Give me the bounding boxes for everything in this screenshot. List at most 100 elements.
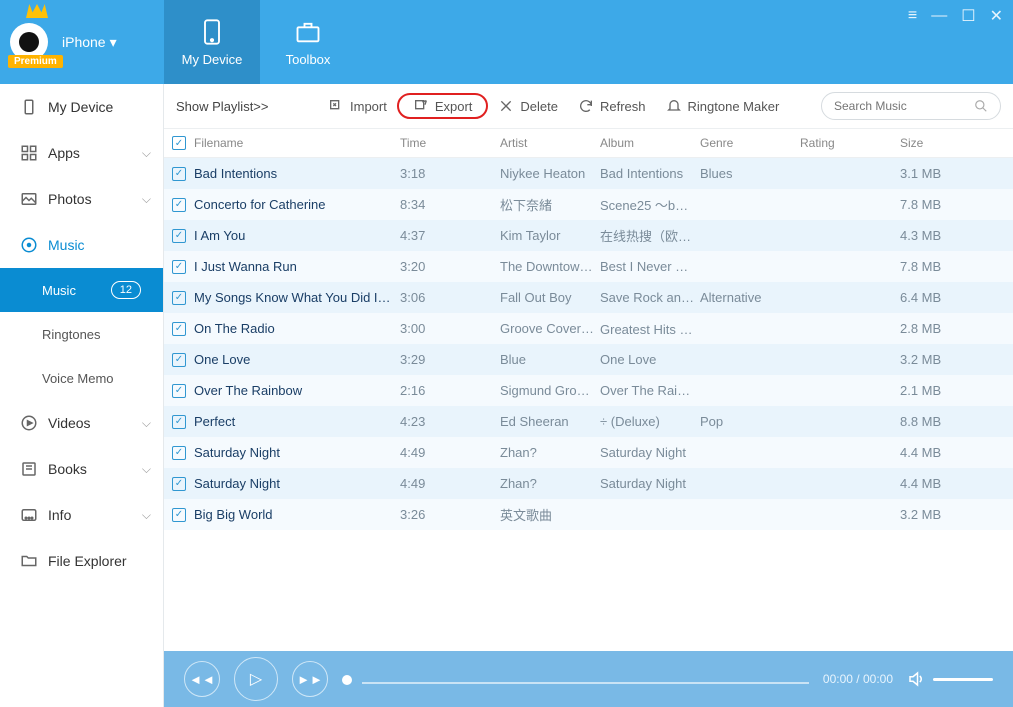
cell-artist: The Downtown Fiction [500, 259, 600, 274]
cell-filename: Perfect [194, 414, 400, 429]
show-playlist-link[interactable]: Show Playlist>> [176, 99, 318, 114]
cell-album: Saturday Night [600, 445, 700, 460]
cell-time: 3:29 [400, 352, 500, 367]
cell-filename: Saturday Night [194, 476, 400, 491]
cell-time: 2:16 [400, 383, 500, 398]
col-album[interactable]: Album [600, 136, 700, 150]
minimize-button[interactable]: — [931, 7, 947, 25]
tab-my-device[interactable]: My Device [164, 0, 260, 84]
sidebar-item-apps[interactable]: Apps ⌵ [0, 130, 163, 176]
col-size[interactable]: Size [900, 136, 980, 150]
cell-artist: Ed Sheeran [500, 414, 600, 429]
progress-knob[interactable] [342, 675, 352, 685]
sidebar-item-music[interactable]: Music [0, 222, 163, 268]
cell-album: Greatest Hits (精选 [600, 319, 700, 338]
apps-icon [20, 144, 38, 162]
bell-icon [666, 98, 682, 114]
row-checkbox[interactable]: ✓ [164, 260, 194, 274]
col-genre[interactable]: Genre [700, 136, 800, 150]
table-row[interactable]: ✓Over The Rainbow2:16Sigmund GrovenOver … [164, 375, 1013, 406]
sidebar-sub-music[interactable]: Music 12 [0, 268, 163, 312]
sidebar-sub-ringtones[interactable]: Ringtones [0, 312, 163, 356]
table-row[interactable]: ✓On The Radio3:00Groove CoverageGreatest… [164, 313, 1013, 344]
crown-icon [26, 4, 48, 18]
col-time[interactable]: Time [400, 136, 500, 150]
cell-size: 7.8 MB [900, 197, 980, 212]
sidebar-item-info[interactable]: Info ⌵ [0, 492, 163, 538]
row-checkbox[interactable]: ✓ [164, 446, 194, 460]
cell-filename: One Love [194, 352, 400, 367]
table-row[interactable]: ✓I Am You4:37Kim Taylor在线热搜（欧美）4.3 MB [164, 220, 1013, 251]
cell-size: 3.1 MB [900, 166, 980, 181]
premium-badge: Premium [8, 55, 63, 68]
progress-track[interactable] [342, 674, 809, 684]
row-checkbox[interactable]: ✓ [164, 167, 194, 181]
row-checkbox[interactable]: ✓ [164, 229, 194, 243]
sidebar-item-my-device[interactable]: My Device [0, 84, 163, 130]
cell-time: 4:49 [400, 445, 500, 460]
prev-button[interactable]: ◄◄ [184, 661, 220, 697]
cell-album: Over The Rainbow [600, 383, 700, 398]
sidebar: My Device Apps ⌵ Photos ⌵ Music Music 12… [0, 84, 164, 707]
table-row[interactable]: ✓Bad Intentions3:18Niykee HeatonBad Inte… [164, 158, 1013, 189]
delete-button[interactable]: Delete [488, 94, 568, 118]
volume-control[interactable] [907, 670, 993, 688]
export-button[interactable]: Export [397, 93, 489, 119]
table-row[interactable]: ✓My Songs Know What You Did In th...3:06… [164, 282, 1013, 313]
sidebar-sub-voice-memo[interactable]: Voice Memo [0, 356, 163, 400]
search-input[interactable] [834, 99, 964, 113]
toolbox-icon [294, 18, 322, 46]
chevron-down-icon: ⌵ [142, 508, 151, 523]
close-button[interactable]: ✕ [990, 6, 1003, 26]
table-row[interactable]: ✓Saturday Night4:49Zhan?Saturday Night4.… [164, 468, 1013, 499]
refresh-button[interactable]: Refresh [568, 94, 656, 118]
sidebar-label: Music [48, 237, 85, 253]
cell-filename: Saturday Night [194, 445, 400, 460]
row-checkbox[interactable]: ✓ [164, 291, 194, 305]
row-checkbox[interactable]: ✓ [164, 477, 194, 491]
table-row[interactable]: ✓Concerto for Catherine8:34松下奈緒Scene25 ～… [164, 189, 1013, 220]
sidebar-item-videos[interactable]: Videos ⌵ [0, 400, 163, 446]
tab-toolbox[interactable]: Toolbox [260, 0, 356, 84]
select-all-checkbox[interactable]: ✓ [164, 136, 194, 150]
cell-time: 8:34 [400, 197, 500, 212]
sidebar-item-books[interactable]: Books ⌵ [0, 446, 163, 492]
search-box[interactable] [821, 92, 1001, 120]
row-checkbox[interactable]: ✓ [164, 415, 194, 429]
volume-bar[interactable] [933, 678, 993, 681]
table-row[interactable]: ✓Big Big World3:26英文歌曲3.2 MB [164, 499, 1013, 530]
col-filename[interactable]: Filename [194, 136, 400, 150]
next-button[interactable]: ►► [292, 661, 328, 697]
row-checkbox[interactable]: ✓ [164, 353, 194, 367]
row-checkbox[interactable]: ✓ [164, 508, 194, 522]
row-checkbox[interactable]: ✓ [164, 198, 194, 212]
device-selector[interactable]: iPhone ▾ [62, 34, 117, 51]
cell-artist: 松下奈緒 [500, 195, 600, 214]
sidebar-item-file-explorer[interactable]: File Explorer [0, 538, 163, 584]
cell-genre: Alternative [700, 290, 800, 305]
play-button[interactable]: ▷ [234, 657, 278, 701]
sidebar-sub-label: Ringtones [42, 327, 101, 342]
export-label: Export [435, 99, 473, 114]
table-row[interactable]: ✓Perfect4:23Ed Sheeran÷ (Deluxe)Pop8.8 M… [164, 406, 1013, 437]
tab-label: Toolbox [286, 52, 331, 67]
table-row[interactable]: ✓I Just Wanna Run3:20The Downtown Fictio… [164, 251, 1013, 282]
cell-genre: Pop [700, 414, 800, 429]
sidebar-item-photos[interactable]: Photos ⌵ [0, 176, 163, 222]
cell-time: 4:23 [400, 414, 500, 429]
sidebar-sub-label: Voice Memo [42, 371, 114, 386]
import-button[interactable]: Import [318, 94, 397, 118]
table-row[interactable]: ✓One Love3:29BlueOne Love3.2 MB [164, 344, 1013, 375]
menu-icon[interactable]: ≡ [908, 7, 917, 25]
delete-label: Delete [520, 99, 558, 114]
col-artist[interactable]: Artist [500, 136, 600, 150]
maximize-button[interactable]: ☐ [961, 6, 975, 26]
sidebar-label: Photos [48, 191, 92, 207]
table-row[interactable]: ✓Saturday Night4:49Zhan?Saturday Night4.… [164, 437, 1013, 468]
cell-album: Best I Never Had [600, 259, 700, 274]
row-checkbox[interactable]: ✓ [164, 384, 194, 398]
ringtone-maker-button[interactable]: Ringtone Maker [656, 94, 790, 118]
count-badge: 12 [111, 281, 141, 299]
col-rating[interactable]: Rating [800, 136, 900, 150]
row-checkbox[interactable]: ✓ [164, 322, 194, 336]
